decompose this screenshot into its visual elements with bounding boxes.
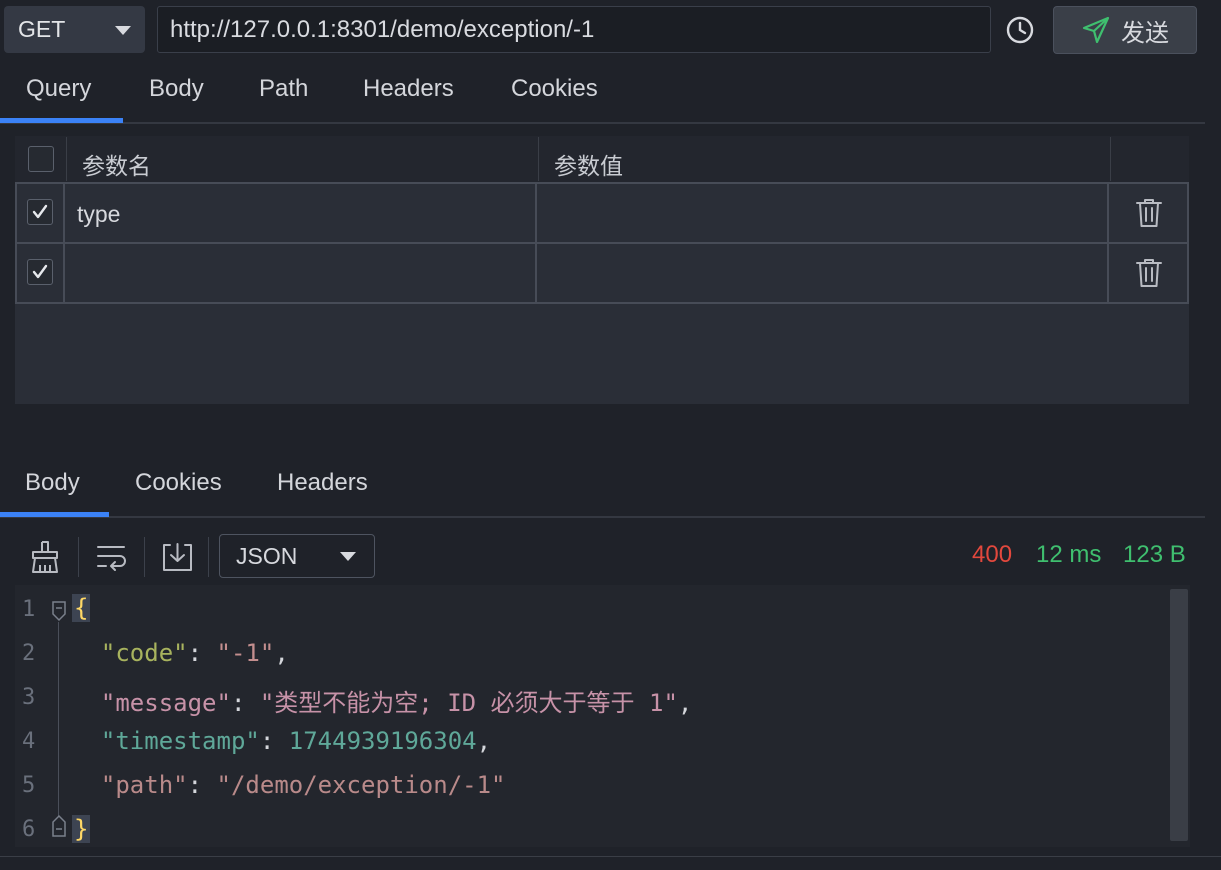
wrap-icon <box>97 546 126 571</box>
select-all-checkbox[interactable] <box>28 146 54 172</box>
code-line: { <box>72 594 91 622</box>
json-string: "-1" <box>216 639 275 667</box>
status-code: 400 <box>972 541 1013 568</box>
toolbar-separator <box>144 537 145 577</box>
send-button[interactable]: 发送 <box>1053 6 1197 54</box>
bottom-divider <box>0 856 1221 857</box>
json-colon: : <box>187 639 217 667</box>
code-line: "path": "/demo/exception/-1" <box>72 771 506 799</box>
row-border <box>15 182 17 304</box>
format-label: JSON <box>236 542 298 569</box>
tab-response-cookies[interactable]: Cookies <box>135 461 222 505</box>
tab-cookies[interactable]: Cookies <box>511 67 598 111</box>
param-name-input[interactable]: type <box>77 201 120 228</box>
json-key: "message" <box>100 689 231 717</box>
download-icon <box>163 543 192 571</box>
editor-scrollbar[interactable] <box>1170 589 1188 841</box>
line-number: 6 <box>22 817 36 842</box>
clock-icon <box>1006 16 1034 44</box>
json-comma: , <box>274 639 289 667</box>
row-checkbox[interactable] <box>27 259 53 285</box>
wrap-button[interactable] <box>94 539 130 575</box>
tab-divider <box>0 516 1205 518</box>
code-line: "message": "类型不能为空; ID 必须大于等于 1", <box>72 683 692 718</box>
toolbar-separator <box>78 537 79 577</box>
delete-row-button[interactable] <box>1134 197 1164 234</box>
chevron-down-icon <box>340 552 356 561</box>
fold-icon[interactable] <box>51 814 67 845</box>
json-colon: : <box>259 727 289 755</box>
tab-response-headers[interactable]: Headers <box>277 461 368 505</box>
check-icon <box>32 264 48 279</box>
row-border <box>15 242 1189 244</box>
download-button[interactable] <box>160 539 196 575</box>
history-button[interactable] <box>1004 14 1036 46</box>
fold-guide <box>58 622 59 816</box>
json-comma: , <box>677 689 693 717</box>
tab-query[interactable]: Query <box>26 67 91 111</box>
tab-headers[interactable]: Headers <box>363 67 454 111</box>
response-time: 12 ms <box>1036 541 1102 568</box>
row-border <box>63 182 65 304</box>
param-value-header: 参数值 <box>554 153 623 179</box>
fold-icon[interactable] <box>51 600 67 629</box>
json-colon: : <box>230 689 260 717</box>
toolbar-separator <box>208 537 209 577</box>
code-line: } <box>72 815 91 843</box>
json-colon: : <box>187 771 217 799</box>
tab-response-body[interactable]: Body <box>25 461 80 505</box>
code-line: "code": "-1", <box>72 639 289 667</box>
param-name-header: 参数名 <box>82 153 151 179</box>
json-key: "timestamp" <box>100 727 260 755</box>
tab-path[interactable]: Path <box>259 67 308 111</box>
row-border <box>1107 182 1109 304</box>
check-icon <box>32 204 48 219</box>
header-divider <box>538 137 539 181</box>
json-key: "path" <box>100 771 188 799</box>
close-brace: } <box>72 815 91 843</box>
clear-button[interactable] <box>27 539 63 575</box>
row-border <box>1187 182 1189 304</box>
json-comma: , <box>476 727 492 755</box>
json-key: "code" <box>100 639 188 667</box>
send-label: 发送 <box>1121 19 1169 47</box>
row-border <box>15 182 1189 184</box>
tab-body[interactable]: Body <box>149 67 204 111</box>
tab-divider <box>0 122 1205 124</box>
chevron-down-icon <box>115 26 131 35</box>
trash-icon <box>1136 199 1162 227</box>
open-brace: { <box>72 594 91 622</box>
row-border <box>535 182 537 304</box>
row-checkbox[interactable] <box>27 199 53 225</box>
line-number: 3 <box>22 685 36 710</box>
line-number: 1 <box>22 597 36 622</box>
broom-icon <box>32 541 58 573</box>
send-icon <box>1082 16 1110 44</box>
active-tab-indicator <box>0 512 109 517</box>
url-text: http://127.0.0.1:8301/demo/exception/-1 <box>170 15 595 43</box>
json-string: "/demo/exception/-1" <box>216 771 506 799</box>
row-border <box>15 302 1189 304</box>
json-number: 1744939196304 <box>288 727 477 755</box>
line-number: 4 <box>22 729 36 754</box>
header-divider <box>1110 137 1111 181</box>
active-tab-indicator <box>0 118 123 123</box>
code-line: "timestamp": 1744939196304, <box>72 727 491 755</box>
format-select[interactable]: JSON <box>219 534 375 578</box>
method-label: GET <box>18 16 66 42</box>
trash-icon <box>1136 259 1162 287</box>
header-divider <box>66 137 67 181</box>
method-select[interactable]: GET <box>4 6 145 53</box>
line-number: 5 <box>22 773 36 798</box>
delete-row-button[interactable] <box>1134 257 1164 294</box>
url-input[interactable]: http://127.0.0.1:8301/demo/exception/-1 <box>157 6 991 53</box>
json-string: "类型不能为空; ID 必须大于等于 1" <box>259 689 678 717</box>
response-size: 123 B <box>1123 541 1186 568</box>
line-number: 2 <box>22 641 36 666</box>
